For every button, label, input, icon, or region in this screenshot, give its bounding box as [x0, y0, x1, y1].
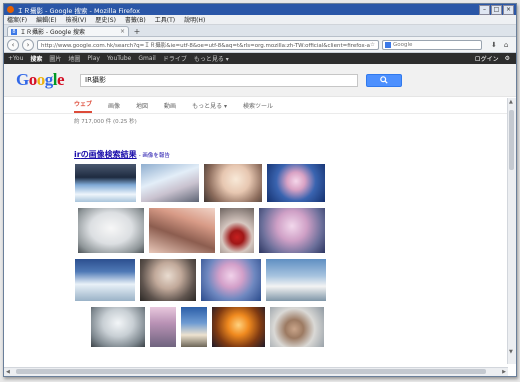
- search-button[interactable]: [366, 73, 403, 87]
- tab-videos[interactable]: 動画: [164, 101, 176, 113]
- url-text: http://www.google.com.hk/search?q=ＩＲ攝影&i…: [41, 42, 370, 49]
- tab-maps[interactable]: 地図: [136, 101, 148, 113]
- image-thumb[interactable]: [74, 163, 137, 203]
- title-bar: ＩＲ攝影 - Google 搜索 - Mozilla Firefox – □ ×: [4, 4, 516, 15]
- image-grid: [74, 163, 334, 348]
- bookmark-star-icon[interactable]: ☆: [370, 42, 375, 48]
- image-thumb[interactable]: [148, 207, 216, 254]
- menu-file[interactable]: 檔案(F): [7, 15, 27, 24]
- gbar-images[interactable]: 圖片: [49, 54, 61, 63]
- result-tabs: ウェブ 画像 地図 動画 もっと見る ▾ 検索ツール: [4, 97, 516, 114]
- home-icon[interactable]: ⌂: [504, 41, 508, 49]
- minimize-button[interactable]: –: [479, 4, 490, 15]
- firefox-icon: [7, 6, 14, 13]
- scroll-up-icon[interactable]: ▲: [509, 99, 513, 105]
- image-thumb[interactable]: [77, 207, 145, 254]
- gbar-youtube[interactable]: YouTube: [107, 55, 131, 62]
- image-thumb[interactable]: [149, 306, 177, 348]
- google-favicon-icon: 8: [11, 28, 17, 35]
- google-bar: +You 搜索 圖片 地圖 Play YouTube Gmail ドライブ もっ…: [4, 53, 516, 64]
- image-thumb[interactable]: [74, 258, 136, 302]
- gbar-drive[interactable]: ドライブ: [163, 54, 187, 63]
- menu-bookmarks[interactable]: 書籤(B): [125, 15, 146, 24]
- scroll-down-icon[interactable]: ▼: [509, 349, 513, 355]
- browser-tab[interactable]: 8 ＩＲ攝影 - Google 搜索 ×: [7, 26, 129, 36]
- dropdown-icon[interactable]: ▾: [378, 42, 379, 48]
- maximize-button[interactable]: □: [491, 4, 502, 15]
- google-logo[interactable]: Google: [16, 70, 65, 90]
- tab-images[interactable]: 画像: [108, 101, 120, 113]
- tab-search-tools[interactable]: 検索ツール: [243, 101, 273, 113]
- tab-bar: 8 ＩＲ攝影 - Google 搜索 × +: [4, 25, 516, 37]
- gbar-search[interactable]: 搜索: [30, 54, 42, 63]
- image-thumb[interactable]: [219, 207, 255, 254]
- search-placeholder: Google: [393, 41, 413, 48]
- query-input[interactable]: IR攝影: [80, 73, 359, 87]
- gbar-play[interactable]: Play: [87, 55, 100, 62]
- gbar-more[interactable]: もっと見る ▾: [194, 54, 229, 63]
- download-icon[interactable]: ⬇: [491, 41, 497, 49]
- result-stats: 約 717,000 件 (0.25 秒): [74, 119, 137, 125]
- image-thumb[interactable]: [180, 306, 208, 348]
- browser-window: ＩＲ攝影 - Google 搜索 - Mozilla Firefox – □ ×…: [3, 3, 517, 377]
- forward-button[interactable]: ›: [22, 38, 34, 51]
- window-controls: – □ ×: [479, 4, 514, 15]
- gbar-right: ログイン ⚙: [475, 54, 516, 63]
- horizontal-scrollbar[interactable]: ◀ ▶: [4, 367, 508, 376]
- image-thumb[interactable]: [203, 163, 263, 203]
- scrollbar-thumb[interactable]: [509, 110, 514, 170]
- url-bar[interactable]: http://www.google.com.hk/search?q=ＩＲ攝影&i…: [37, 39, 379, 50]
- menu-edit[interactable]: 編輯(E): [36, 15, 56, 24]
- vertical-scrollbar[interactable]: ▲ ▼: [507, 98, 516, 364]
- window-title: ＩＲ攝影 - Google 搜索 - Mozilla Firefox: [17, 6, 140, 15]
- image-thumb[interactable]: [269, 306, 325, 348]
- image-thumb[interactable]: [265, 258, 327, 302]
- image-results-title[interactable]: irの画像検索結果 - 画像を報告: [74, 149, 334, 160]
- navigation-bar: ‹ › http://www.google.com.hk/search?q=ＩＲ…: [4, 37, 516, 53]
- image-thumb[interactable]: [139, 258, 197, 302]
- scroll-right-icon[interactable]: ▶: [502, 369, 506, 375]
- tab-close-icon[interactable]: ×: [120, 28, 125, 35]
- settings-gear-icon[interactable]: ⚙: [505, 55, 510, 62]
- close-button[interactable]: ×: [503, 4, 514, 15]
- image-thumb[interactable]: [90, 306, 146, 348]
- url-actions: ☆ ▾ ↻: [370, 42, 379, 48]
- image-results: irの画像検索結果 - 画像を報告: [74, 149, 334, 348]
- title-rest: の画像検索結果: [80, 150, 137, 159]
- gbar-gmail[interactable]: Gmail: [138, 55, 156, 62]
- menu-tools[interactable]: 工具(T): [155, 15, 175, 24]
- query-text: IR攝影: [85, 76, 106, 84]
- image-thumb[interactable]: [266, 163, 326, 203]
- title-prefix: ir: [74, 150, 81, 159]
- hscrollbar-thumb[interactable]: [16, 369, 486, 374]
- menu-view[interactable]: 檢視(V): [66, 15, 87, 24]
- new-tab-button[interactable]: +: [131, 27, 143, 36]
- search-icon: [380, 76, 388, 84]
- search-engine-icon: [385, 41, 391, 48]
- menu-bar: 檔案(F) 編輯(E) 檢視(V) 歷史(S) 書籤(B) 工具(T) 說明(H…: [4, 15, 516, 25]
- menu-history[interactable]: 歷史(S): [95, 15, 116, 24]
- scroll-left-icon[interactable]: ◀: [6, 369, 10, 375]
- report-images-link[interactable]: - 画像を報告: [139, 153, 170, 159]
- browser-search-box[interactable]: Google: [382, 39, 482, 50]
- tab-web[interactable]: ウェブ: [74, 99, 93, 113]
- menu-help[interactable]: 說明(H): [184, 15, 205, 24]
- image-thumb[interactable]: [211, 306, 266, 348]
- google-header: Google IR攝影: [4, 64, 516, 97]
- login-link[interactable]: ログイン: [475, 54, 499, 63]
- tab-label: ＩＲ攝影 - Google 搜索: [20, 29, 86, 36]
- image-thumb[interactable]: [140, 163, 200, 203]
- image-thumb[interactable]: [258, 207, 326, 254]
- image-thumb[interactable]: [200, 258, 262, 302]
- nav-right: ⬇ ⌂: [491, 41, 508, 49]
- back-button[interactable]: ‹: [7, 38, 19, 51]
- tab-more[interactable]: もっと見る ▾: [192, 101, 227, 113]
- gbar-maps[interactable]: 地圖: [68, 54, 80, 63]
- gbar-you[interactable]: +You: [8, 55, 23, 62]
